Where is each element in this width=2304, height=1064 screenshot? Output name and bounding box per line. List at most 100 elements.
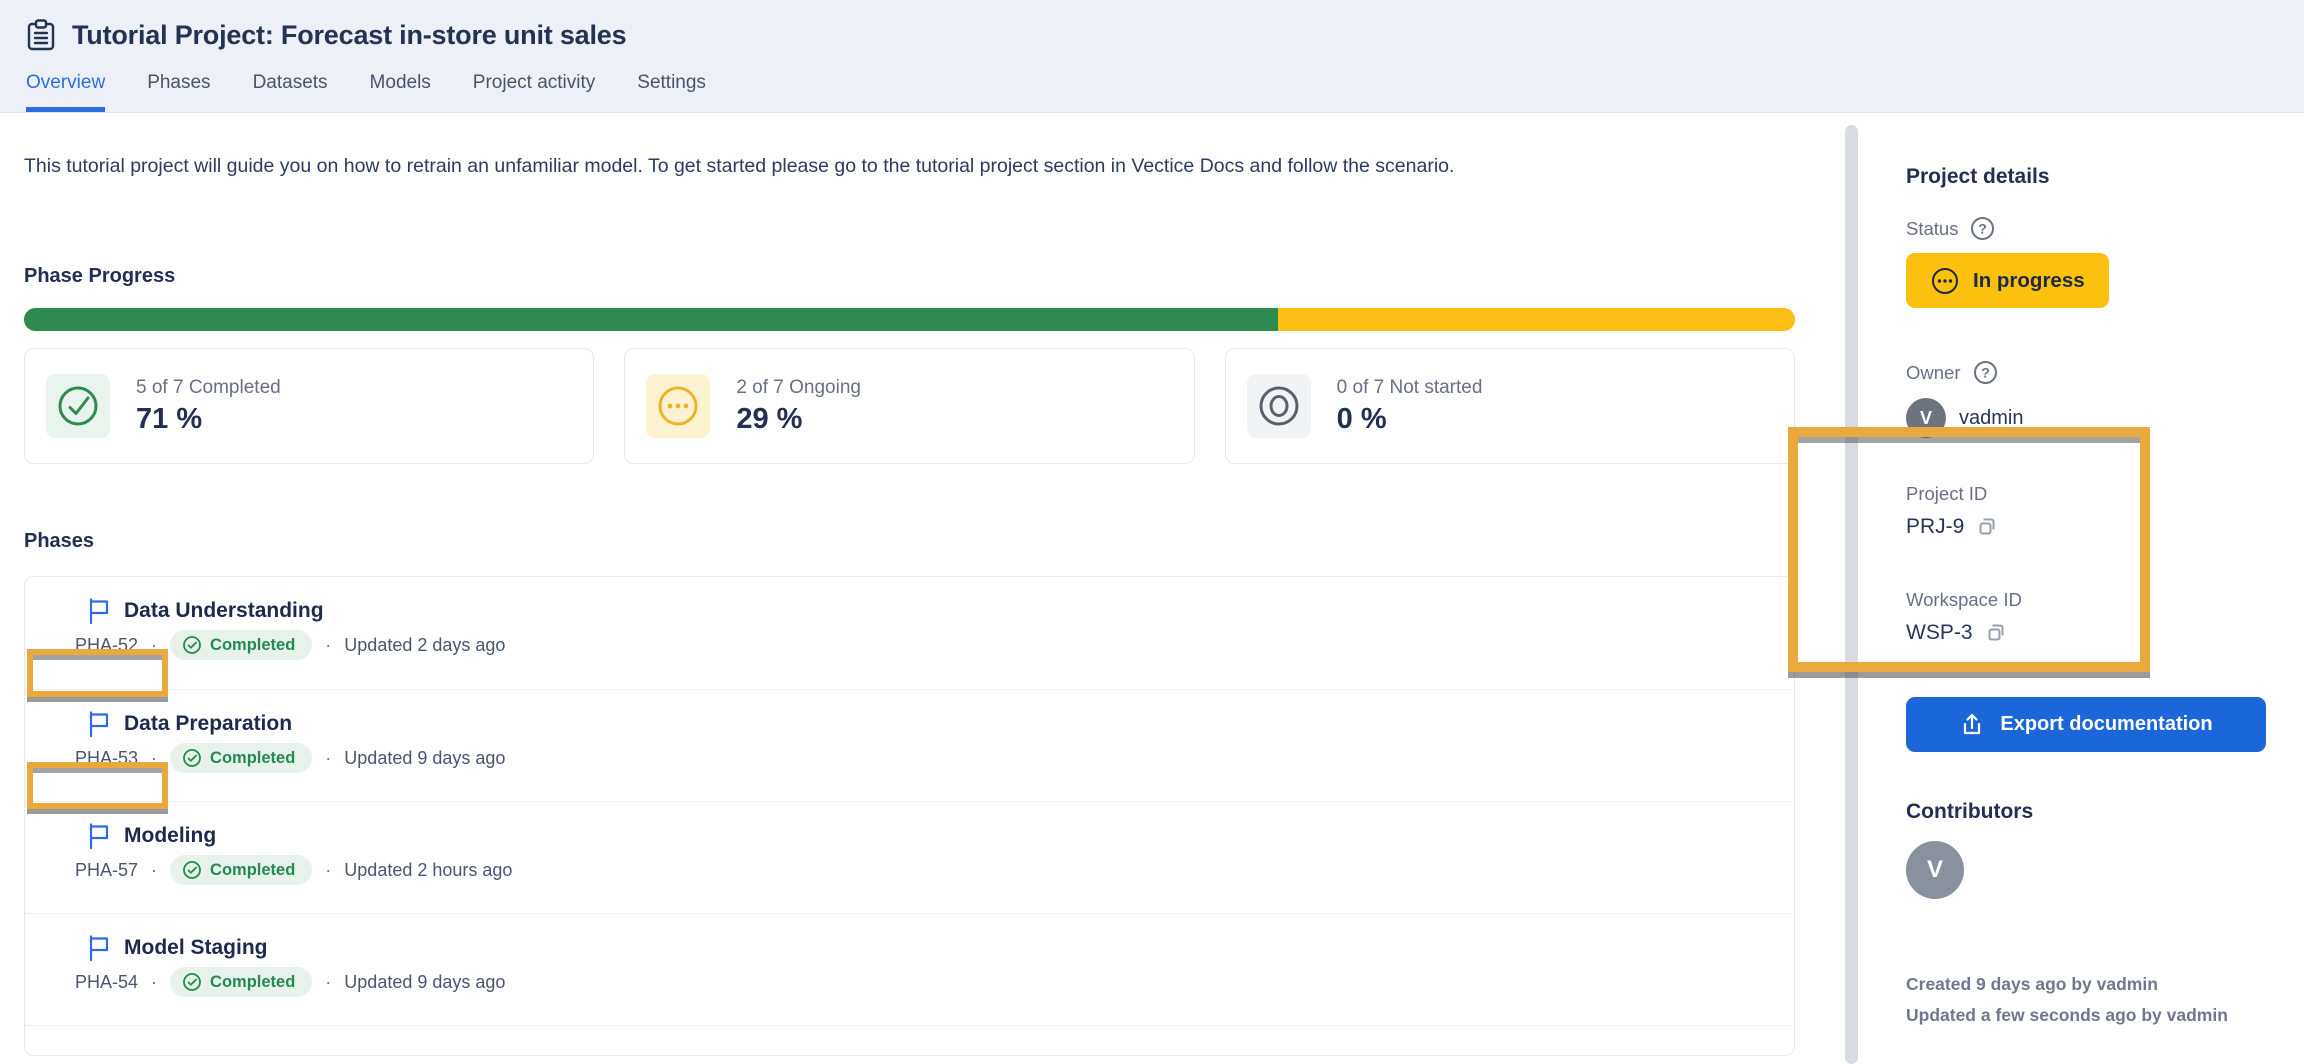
phase-row-model-staging[interactable]: Model Staging PHA-54 · Completed · Updat…: [25, 913, 1794, 1025]
stat-card-not-started: 0 of 7 Not started 0 %: [1225, 348, 1795, 464]
dot-separator: ·: [325, 972, 331, 993]
phase-updated: Updated 9 days ago: [344, 748, 505, 769]
pill-label: Completed: [210, 636, 295, 655]
phase-meta: PHA-57 · Completed · Updated 2 hours ago: [75, 855, 1794, 885]
phase-progress-heading: Phase Progress: [24, 265, 1821, 288]
tab-datasets[interactable]: Datasets: [253, 72, 328, 112]
progress-segment-completed: [24, 308, 1278, 331]
status-pill-completed: Completed: [170, 743, 312, 773]
audit-lines: Created 9 days ago by vadmin Updated a f…: [1906, 969, 2284, 1031]
phase-updated: Updated 9 days ago: [344, 972, 505, 993]
updated-line: Updated a few seconds ago by vadmin: [1906, 1000, 2284, 1031]
project-overview-page: Tutorial Project: Forecast in-store unit…: [0, 0, 2304, 1064]
flag-icon: [87, 935, 111, 961]
pill-label: Completed: [210, 973, 295, 992]
phases-list: Data Understanding PHA-52 · Completed · …: [24, 576, 1795, 1056]
phase-updated: Updated 2 hours ago: [344, 860, 512, 881]
panel-resize-handle[interactable]: [1845, 125, 1858, 1064]
dot-separator: ·: [151, 860, 157, 881]
contributors-row: V: [1906, 841, 2284, 899]
flag-icon: [87, 711, 111, 737]
workspace-id-label: Workspace ID: [1906, 589, 2284, 611]
dot-separator: ·: [325, 860, 331, 881]
flag-icon: [87, 823, 111, 849]
project-id-value: PRJ-9: [1906, 515, 1964, 539]
dot-separator: ·: [325, 748, 331, 769]
project-details-panel: Project details Status ? In progress Own…: [1880, 113, 2304, 1064]
owner-field-label: Owner ?: [1906, 360, 2284, 385]
project-id-label: Project ID: [1906, 483, 2284, 505]
pill-label: Completed: [210, 861, 295, 880]
project-details-heading: Project details: [1906, 165, 2284, 189]
phase-meta: PHA-52 · Completed · Updated 2 days ago: [75, 630, 1794, 660]
stat-text: 5 of 7 Completed 71 %: [136, 377, 281, 436]
status-badge[interactable]: In progress: [1906, 253, 2109, 308]
phase-id: PHA-54: [75, 972, 138, 993]
stat-label: 2 of 7 Ongoing: [736, 377, 861, 399]
phase-name[interactable]: Data Preparation: [124, 712, 292, 736]
help-icon[interactable]: ?: [1973, 360, 1998, 385]
not-started-icon-tile: [1247, 374, 1311, 438]
tab-phases[interactable]: Phases: [147, 72, 210, 112]
copy-icon[interactable]: [1984, 620, 2009, 645]
phase-name[interactable]: Data Understanding: [124, 599, 324, 623]
phase-name[interactable]: Modeling: [124, 824, 216, 848]
tab-bar: Overview Phases Datasets Models Project …: [24, 72, 2280, 112]
phase-id: PHA-53: [75, 748, 138, 769]
tab-overview[interactable]: Overview: [26, 72, 105, 112]
stat-value: 0 %: [1337, 403, 1483, 436]
main-content: This tutorial project will guide you on …: [0, 113, 1845, 1064]
phase-row-modeling[interactable]: Modeling PHA-57 · Completed · Updated 2 …: [25, 801, 1794, 913]
contributor-avatar: V: [1906, 841, 1964, 899]
progress-segment-ongoing: [1278, 308, 1795, 331]
dot-separator: ·: [151, 972, 157, 993]
export-icon: [1959, 712, 1985, 738]
help-icon[interactable]: ?: [1970, 216, 1995, 241]
tab-project-activity[interactable]: Project activity: [473, 72, 595, 112]
stat-card-ongoing: 2 of 7 Ongoing 29 %: [624, 348, 1194, 464]
tab-settings[interactable]: Settings: [637, 72, 706, 112]
export-documentation-button[interactable]: Export documentation: [1906, 697, 2266, 752]
stat-text: 0 of 7 Not started 0 %: [1337, 377, 1483, 436]
ongoing-icon-tile: [646, 374, 710, 438]
project-description: This tutorial project will guide you on …: [24, 150, 1786, 183]
created-line: Created 9 days ago by vadmin: [1906, 969, 2284, 1000]
stat-value: 71 %: [136, 403, 281, 436]
pill-check-icon: [182, 748, 202, 768]
phases-heading: Phases: [24, 530, 1821, 553]
title-row: Tutorial Project: Forecast in-store unit…: [24, 18, 2280, 52]
stat-value: 29 %: [736, 403, 861, 436]
phase-progress-bar: [24, 308, 1795, 331]
next-phase-row-partial: [25, 1025, 1794, 1038]
status-pill-completed: Completed: [170, 855, 312, 885]
phase-name[interactable]: Model Staging: [124, 936, 268, 960]
pill-check-icon: [182, 635, 202, 655]
owner-row: V vadmin: [1906, 398, 2284, 438]
pill-check-icon: [182, 972, 202, 992]
svg-text:?: ?: [1979, 221, 1988, 237]
phase-row-data-understanding[interactable]: Data Understanding PHA-52 · Completed · …: [25, 577, 1794, 689]
status-pill-completed: Completed: [170, 967, 312, 997]
tab-models[interactable]: Models: [370, 72, 431, 112]
completed-icon-tile: [46, 374, 110, 438]
phase-row-data-preparation[interactable]: Data Preparation PHA-53 · Completed · Up…: [25, 689, 1794, 801]
stat-card-completed: 5 of 7 Completed 71 %: [24, 348, 594, 464]
top-bar: Tutorial Project: Forecast in-store unit…: [0, 0, 2304, 113]
in-progress-icon: [1930, 266, 1960, 296]
workspace-id-label-text: Workspace ID: [1906, 589, 2022, 611]
workspace-id-value: WSP-3: [1906, 621, 1973, 645]
dot-separator: ·: [151, 748, 157, 769]
page-title: Tutorial Project: Forecast in-store unit…: [72, 20, 626, 51]
phase-id: PHA-57: [75, 860, 138, 881]
workspace-id-row: WSP-3: [1906, 620, 2284, 645]
owner-name: vadmin: [1959, 407, 2023, 430]
dot-separator: ·: [151, 635, 157, 656]
status-value: In progress: [1973, 269, 2085, 293]
phase-updated: Updated 2 days ago: [344, 635, 505, 656]
pill-check-icon: [182, 860, 202, 880]
project-clipboard-icon: [24, 18, 58, 52]
status-field-label: Status ?: [1906, 216, 2284, 241]
check-circle-icon: [55, 383, 101, 429]
copy-icon[interactable]: [1975, 514, 2000, 539]
owner-label-text: Owner: [1906, 362, 1961, 384]
